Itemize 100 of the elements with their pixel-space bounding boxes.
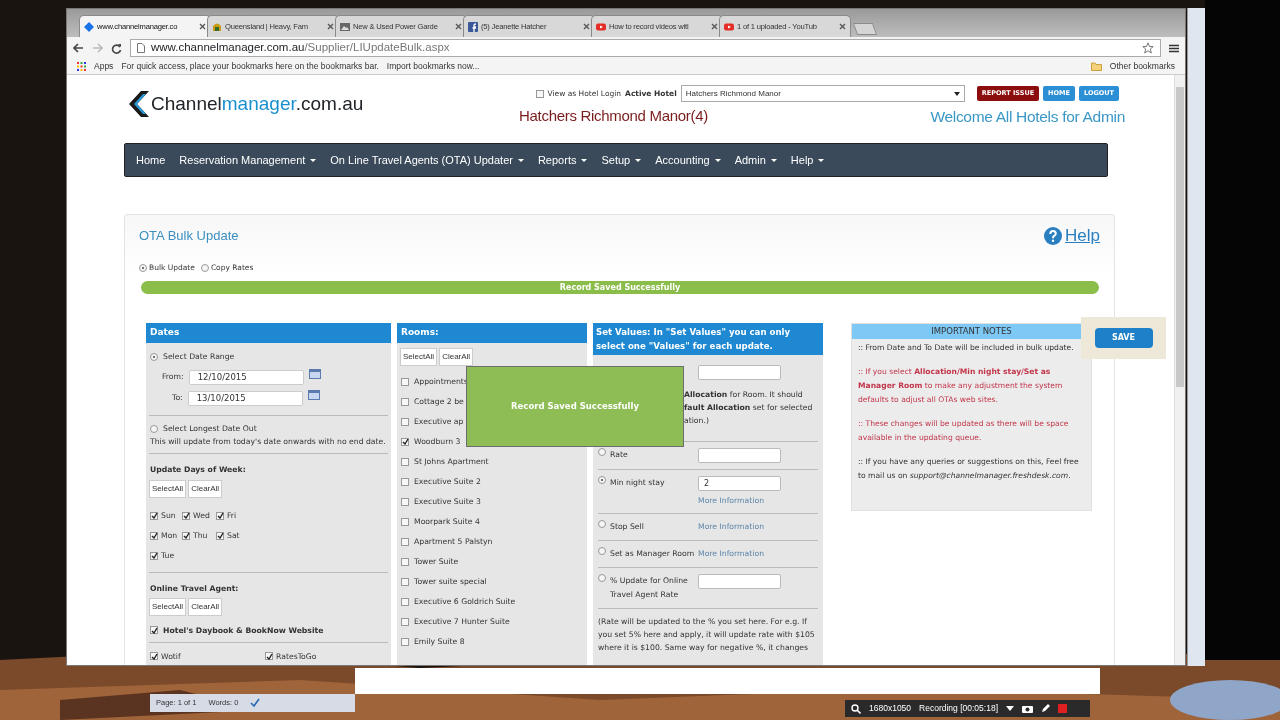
save-button[interactable]: SAVE: [1094, 328, 1153, 349]
checkbox[interactable]: [182, 511, 190, 520]
search-icon: [851, 703, 861, 714]
checkbox[interactable]: [401, 417, 409, 426]
checkbox[interactable]: [182, 531, 190, 540]
text-field[interactable]: [698, 448, 781, 464]
checkbox[interactable]: [401, 477, 409, 486]
nav-link[interactable]: Setup: [594, 151, 649, 169]
nav-link[interactable]: Reports: [530, 151, 595, 169]
text-field[interactable]: [698, 365, 781, 381]
page-icon: [137, 43, 145, 53]
emblem-icon: [212, 21, 222, 32]
folder-icon: [1090, 62, 1102, 71]
radio-button[interactable]: [150, 352, 158, 361]
success-toast: Record Saved Successfully: [466, 366, 684, 448]
radio-button[interactable]: [598, 573, 606, 582]
address-bar[interactable]: www.channelmanager.com.au/Supplier/LIUpdateBulk.aspx: [130, 39, 1161, 57]
checkbox[interactable]: [401, 377, 409, 386]
section-heading: Rooms:: [397, 323, 587, 343]
scrollbar[interactable]: [1174, 75, 1185, 665]
photo-icon: [340, 21, 350, 32]
menu-icon: [1169, 43, 1179, 53]
new-tab-button[interactable]: [852, 23, 878, 35]
close-icon: [455, 23, 462, 30]
select-all-button[interactable]: SelectAll: [149, 598, 187, 617]
apps-link[interactable]: Apps: [94, 60, 114, 73]
select-all-button[interactable]: SelectAll: [400, 347, 438, 366]
checkbox[interactable]: [401, 557, 409, 566]
checkbox[interactable]: [401, 537, 409, 546]
text-field[interactable]: 2: [698, 476, 781, 492]
nav-link[interactable]: Reservation Management: [172, 151, 324, 169]
checkbox[interactable]: [216, 511, 224, 520]
dropdown-arrow-icon: [953, 91, 960, 96]
nav-link[interactable]: Help: [783, 151, 832, 169]
nav-link[interactable]: Accounting: [648, 151, 728, 169]
calendar-icon: [307, 390, 320, 401]
import-bookmarks-link[interactable]: Import bookmarks now...: [386, 60, 480, 73]
checkbox[interactable]: [535, 89, 544, 98]
other-bookmarks-link[interactable]: Other bookmarks: [1109, 60, 1175, 73]
checkbox[interactable]: [150, 531, 158, 540]
clear-all-button[interactable]: ClearAll: [439, 347, 474, 366]
clear-all-button[interactable]: ClearAll: [188, 598, 223, 617]
back-icon: [73, 43, 84, 53]
close-icon: [327, 23, 334, 30]
checkbox[interactable]: [150, 551, 158, 560]
radio-button[interactable]: [598, 476, 606, 485]
social-icon: [468, 21, 478, 32]
forward-icon: [92, 43, 103, 53]
apps-grid-icon: [77, 62, 86, 71]
radio-button[interactable]: [139, 263, 147, 272]
checkbox[interactable]: [265, 652, 273, 661]
clear-all-button[interactable]: ClearAll: [188, 479, 223, 498]
pencil-icon: [1041, 704, 1050, 713]
section-heading: Dates: [146, 323, 391, 343]
stop-icon: [1058, 704, 1067, 713]
hotel-dropdown[interactable]: Hatchers Richmond Manor: [680, 85, 965, 102]
text-field[interactable]: [698, 573, 781, 589]
date-field[interactable]: 13/10/2015: [187, 390, 303, 406]
diamond-icon: [84, 21, 94, 32]
checkbox[interactable]: [216, 531, 224, 540]
close-icon: [199, 23, 206, 30]
checkbox[interactable]: [150, 511, 158, 520]
proofing-icon: [250, 698, 261, 708]
section-heading: Set Values: In "Set Values" you can only select one "Values" for each update.: [593, 323, 823, 356]
radio-button[interactable]: [150, 424, 158, 433]
close-icon: [583, 23, 590, 30]
logo-icon: [129, 91, 149, 117]
nav-link[interactable]: Home: [129, 151, 173, 169]
calendar-icon: [308, 369, 321, 380]
checkbox[interactable]: [401, 617, 409, 626]
checkbox[interactable]: [401, 437, 409, 446]
help-link[interactable]: Help: [1044, 223, 1100, 249]
radio-button[interactable]: [598, 519, 606, 528]
radio-button[interactable]: [200, 263, 209, 272]
checkbox[interactable]: [401, 497, 409, 506]
help-icon: [1044, 227, 1063, 245]
checkbox[interactable]: [150, 626, 158, 635]
checkbox[interactable]: [401, 637, 409, 646]
nav-link[interactable]: On Line Travel Agents (OTA) Updater: [323, 151, 531, 169]
select-all-button[interactable]: SelectAll: [149, 479, 187, 498]
checkbox[interactable]: [401, 397, 409, 406]
checkbox[interactable]: [401, 577, 409, 586]
resolution-text: 1680x1050: [869, 702, 912, 715]
reload-icon: [111, 42, 122, 54]
logo-text: Channelmanager.com.au: [151, 91, 364, 116]
checkbox[interactable]: [401, 457, 409, 466]
checkbox[interactable]: [150, 652, 158, 661]
recording-status: Recording [00:05:18]: [919, 702, 998, 715]
date-field[interactable]: 12/10/2015: [188, 369, 304, 385]
close-icon: [839, 23, 846, 30]
success-bar: Record Saved Successfully: [141, 281, 1099, 295]
checkbox[interactable]: [401, 517, 409, 526]
welcome-text: Welcome All Hotels for Admin: [930, 107, 1125, 127]
radio-button[interactable]: [598, 546, 606, 555]
checkbox[interactable]: [401, 597, 409, 606]
radio-button[interactable]: [598, 448, 606, 457]
video-play-icon: [596, 21, 606, 32]
close-icon: [711, 23, 718, 30]
panel-title: OTA Bulk Update: [139, 227, 239, 246]
nav-link[interactable]: Admin: [727, 151, 784, 169]
